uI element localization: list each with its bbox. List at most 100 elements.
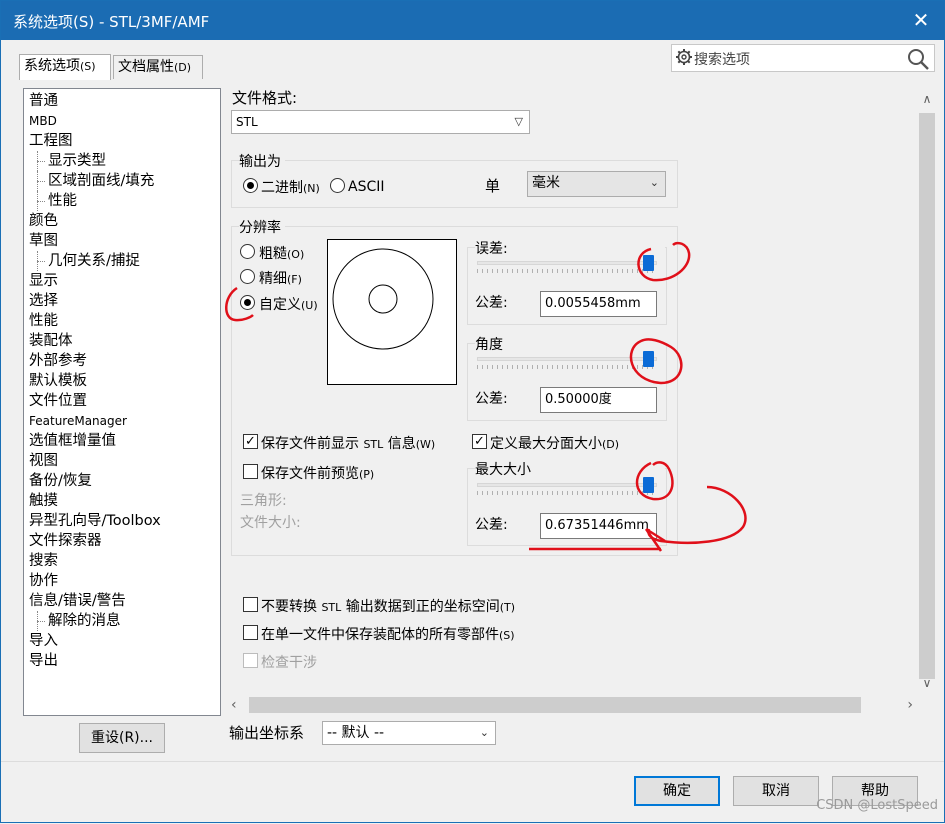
- show-info-stl: STL: [363, 438, 384, 451]
- deviation-tolerance-input[interactable]: 0.0055458mm: [540, 291, 657, 317]
- tab-system-options-hotkey: (S): [80, 60, 96, 73]
- search-options-box[interactable]: 搜索选项: [671, 44, 935, 72]
- tree-item-collaboration[interactable]: 协作: [24, 571, 220, 591]
- chevron-down-icon: ⌄: [649, 176, 659, 189]
- tab-document-properties[interactable]: 文档属性(D): [113, 55, 203, 79]
- tree-item-file-explorer[interactable]: 文件探索器: [24, 531, 220, 551]
- show-info-checkbox[interactable]: ✓: [243, 434, 258, 449]
- tree-item-messages-errors-warnings[interactable]: 信息/错误/警告: [24, 591, 220, 611]
- coordinate-system-select[interactable]: -- 默认 -- ⌄: [322, 721, 496, 745]
- deviation-tolerance-label: 公差:: [475, 295, 508, 311]
- vertical-scrollbar[interactable]: ∧ ∨: [917, 87, 937, 695]
- show-info-tail: 信息: [387, 436, 416, 452]
- file-format-value: STL: [236, 115, 258, 129]
- tab-system-options[interactable]: 系统选项(S): [19, 54, 111, 80]
- tree-item-relations-snaps[interactable]: 几何关系/捕捉: [24, 251, 220, 271]
- tree-item-dismissed-messages[interactable]: 解除的消息: [24, 611, 220, 631]
- tree-item-hole-wizard-toolbox[interactable]: 异型孔向导/Toolbox: [24, 511, 220, 531]
- show-info-hotkey: (W): [415, 438, 436, 451]
- tree-item-touch[interactable]: 触摸: [24, 491, 220, 511]
- preview-checkbox[interactable]: [243, 464, 258, 479]
- max-size-tolerance-input[interactable]: 0.67351446mm: [540, 513, 657, 539]
- preview-hotkey: (P): [359, 468, 375, 481]
- scroll-down-icon[interactable]: ∨: [917, 673, 937, 693]
- angle-slider[interactable]: [477, 341, 657, 375]
- tree-item-backup-recover[interactable]: 备份/恢复: [24, 471, 220, 491]
- tree-item-featuremanager[interactable]: FeatureManager: [24, 411, 220, 431]
- deviation-slider-ticks: [477, 269, 657, 273]
- tree-item-selection[interactable]: 选择: [24, 291, 220, 311]
- horizontal-scroll-thumb[interactable]: [249, 697, 861, 713]
- close-button[interactable]: ✕: [908, 7, 934, 33]
- tree-item-display[interactable]: 显示: [24, 271, 220, 291]
- coarse-radio[interactable]: [240, 244, 255, 259]
- reset-button[interactable]: 重设(R)...: [79, 723, 165, 753]
- scroll-up-icon[interactable]: ∧: [917, 89, 937, 109]
- max-size-slider-thumb[interactable]: [643, 477, 654, 493]
- interference-label: 检查干涉: [261, 655, 317, 671]
- tree-item-external-references[interactable]: 外部参考: [24, 351, 220, 371]
- angle-slider-thumb[interactable]: [643, 351, 654, 367]
- file-format-select[interactable]: STL ▽: [231, 110, 530, 134]
- binary-radio[interactable]: [243, 178, 258, 193]
- binary-text: 二进制: [261, 180, 303, 196]
- no-transform-label: 不要转换 STL 输出数据到正的坐标空间(T): [261, 596, 515, 616]
- angle-tolerance-input[interactable]: 0.50000度: [540, 387, 657, 413]
- max-facet-text: 定义最大分面大小: [490, 436, 602, 452]
- custom-radio-label: 自定义(U): [259, 294, 318, 314]
- tree-item-display-style[interactable]: 显示类型: [24, 151, 220, 171]
- window-title: 系统选项(S) - STL/3MF/AMF: [13, 13, 210, 31]
- unit-select[interactable]: 毫米 ⌄: [527, 171, 666, 197]
- tab-document-properties-hotkey: (D): [174, 61, 192, 74]
- tree-item-spin-box-increments[interactable]: 选值框增量值: [24, 431, 220, 451]
- tree-item-file-locations[interactable]: 文件位置: [24, 391, 220, 411]
- title-bar[interactable]: 系统选项(S) - STL/3MF/AMF ✕: [1, 1, 944, 40]
- single-file-hotkey: (S): [499, 629, 515, 642]
- preview-circles-graphic: [332, 248, 434, 350]
- max-facet-checkbox[interactable]: ✓: [472, 434, 487, 449]
- fine-hotkey: (F): [287, 273, 302, 286]
- file-size-label: 文件大小:: [240, 515, 301, 531]
- max-facet-hotkey: (D): [602, 438, 620, 451]
- resolution-preview: [327, 239, 457, 385]
- scroll-right-icon[interactable]: ›: [907, 695, 913, 715]
- interference-checkbox[interactable]: [243, 653, 258, 668]
- options-dialog: 系统选项(S) - STL/3MF/AMF ✕ 系统选项(S) 文档属性(D) …: [0, 0, 945, 823]
- ok-button[interactable]: 确定: [634, 776, 720, 806]
- coordinate-system-value: -- 默认 --: [327, 725, 385, 741]
- tree-item-assemblies[interactable]: 装配体: [24, 331, 220, 351]
- tree-item-general[interactable]: 普通: [24, 91, 220, 111]
- vertical-scroll-thumb[interactable]: [919, 113, 935, 679]
- tree-item-drawings[interactable]: 工程图: [24, 131, 220, 151]
- no-transform-checkbox[interactable]: [243, 597, 258, 612]
- custom-radio[interactable]: [240, 295, 255, 310]
- search-icon[interactable]: [906, 47, 930, 71]
- coarse-radio-label: 粗糙(O): [259, 243, 304, 263]
- tree-item-performance[interactable]: 性能: [24, 311, 220, 331]
- max-size-slider[interactable]: [477, 467, 657, 501]
- deviation-slider-thumb[interactable]: [643, 255, 654, 271]
- no-transform-hotkey: (T): [499, 601, 516, 614]
- tree-item-export[interactable]: 导出: [24, 651, 220, 671]
- scroll-left-icon[interactable]: ‹: [231, 695, 237, 715]
- angle-slider-track: [477, 357, 657, 361]
- tree-item-drawing-performance[interactable]: 性能: [24, 191, 220, 211]
- tree-item-import[interactable]: 导入: [24, 631, 220, 651]
- cancel-button[interactable]: 取消: [733, 776, 819, 806]
- tree-item-search[interactable]: 搜索: [24, 551, 220, 571]
- ascii-radio[interactable]: [330, 178, 345, 193]
- tree-item-sketch[interactable]: 草图: [24, 231, 220, 251]
- binary-hotkey: (N): [303, 182, 320, 195]
- tree-item-colors[interactable]: 颜色: [24, 211, 220, 231]
- fine-radio[interactable]: [240, 269, 255, 284]
- tree-item-mbd[interactable]: MBD: [24, 111, 220, 131]
- single-file-checkbox[interactable]: [243, 625, 258, 640]
- coarse-hotkey: (O): [287, 248, 305, 261]
- tree-item-view[interactable]: 视图: [24, 451, 220, 471]
- deviation-slider[interactable]: [477, 245, 657, 279]
- tree-item-area-hatch[interactable]: 区域剖面线/填充: [24, 171, 220, 191]
- tab-system-options-label: 系统选项: [24, 58, 80, 74]
- chevron-down-icon: ▽: [514, 115, 523, 128]
- tree-item-default-templates[interactable]: 默认模板: [24, 371, 220, 391]
- horizontal-scrollbar[interactable]: ‹ ›: [227, 695, 917, 715]
